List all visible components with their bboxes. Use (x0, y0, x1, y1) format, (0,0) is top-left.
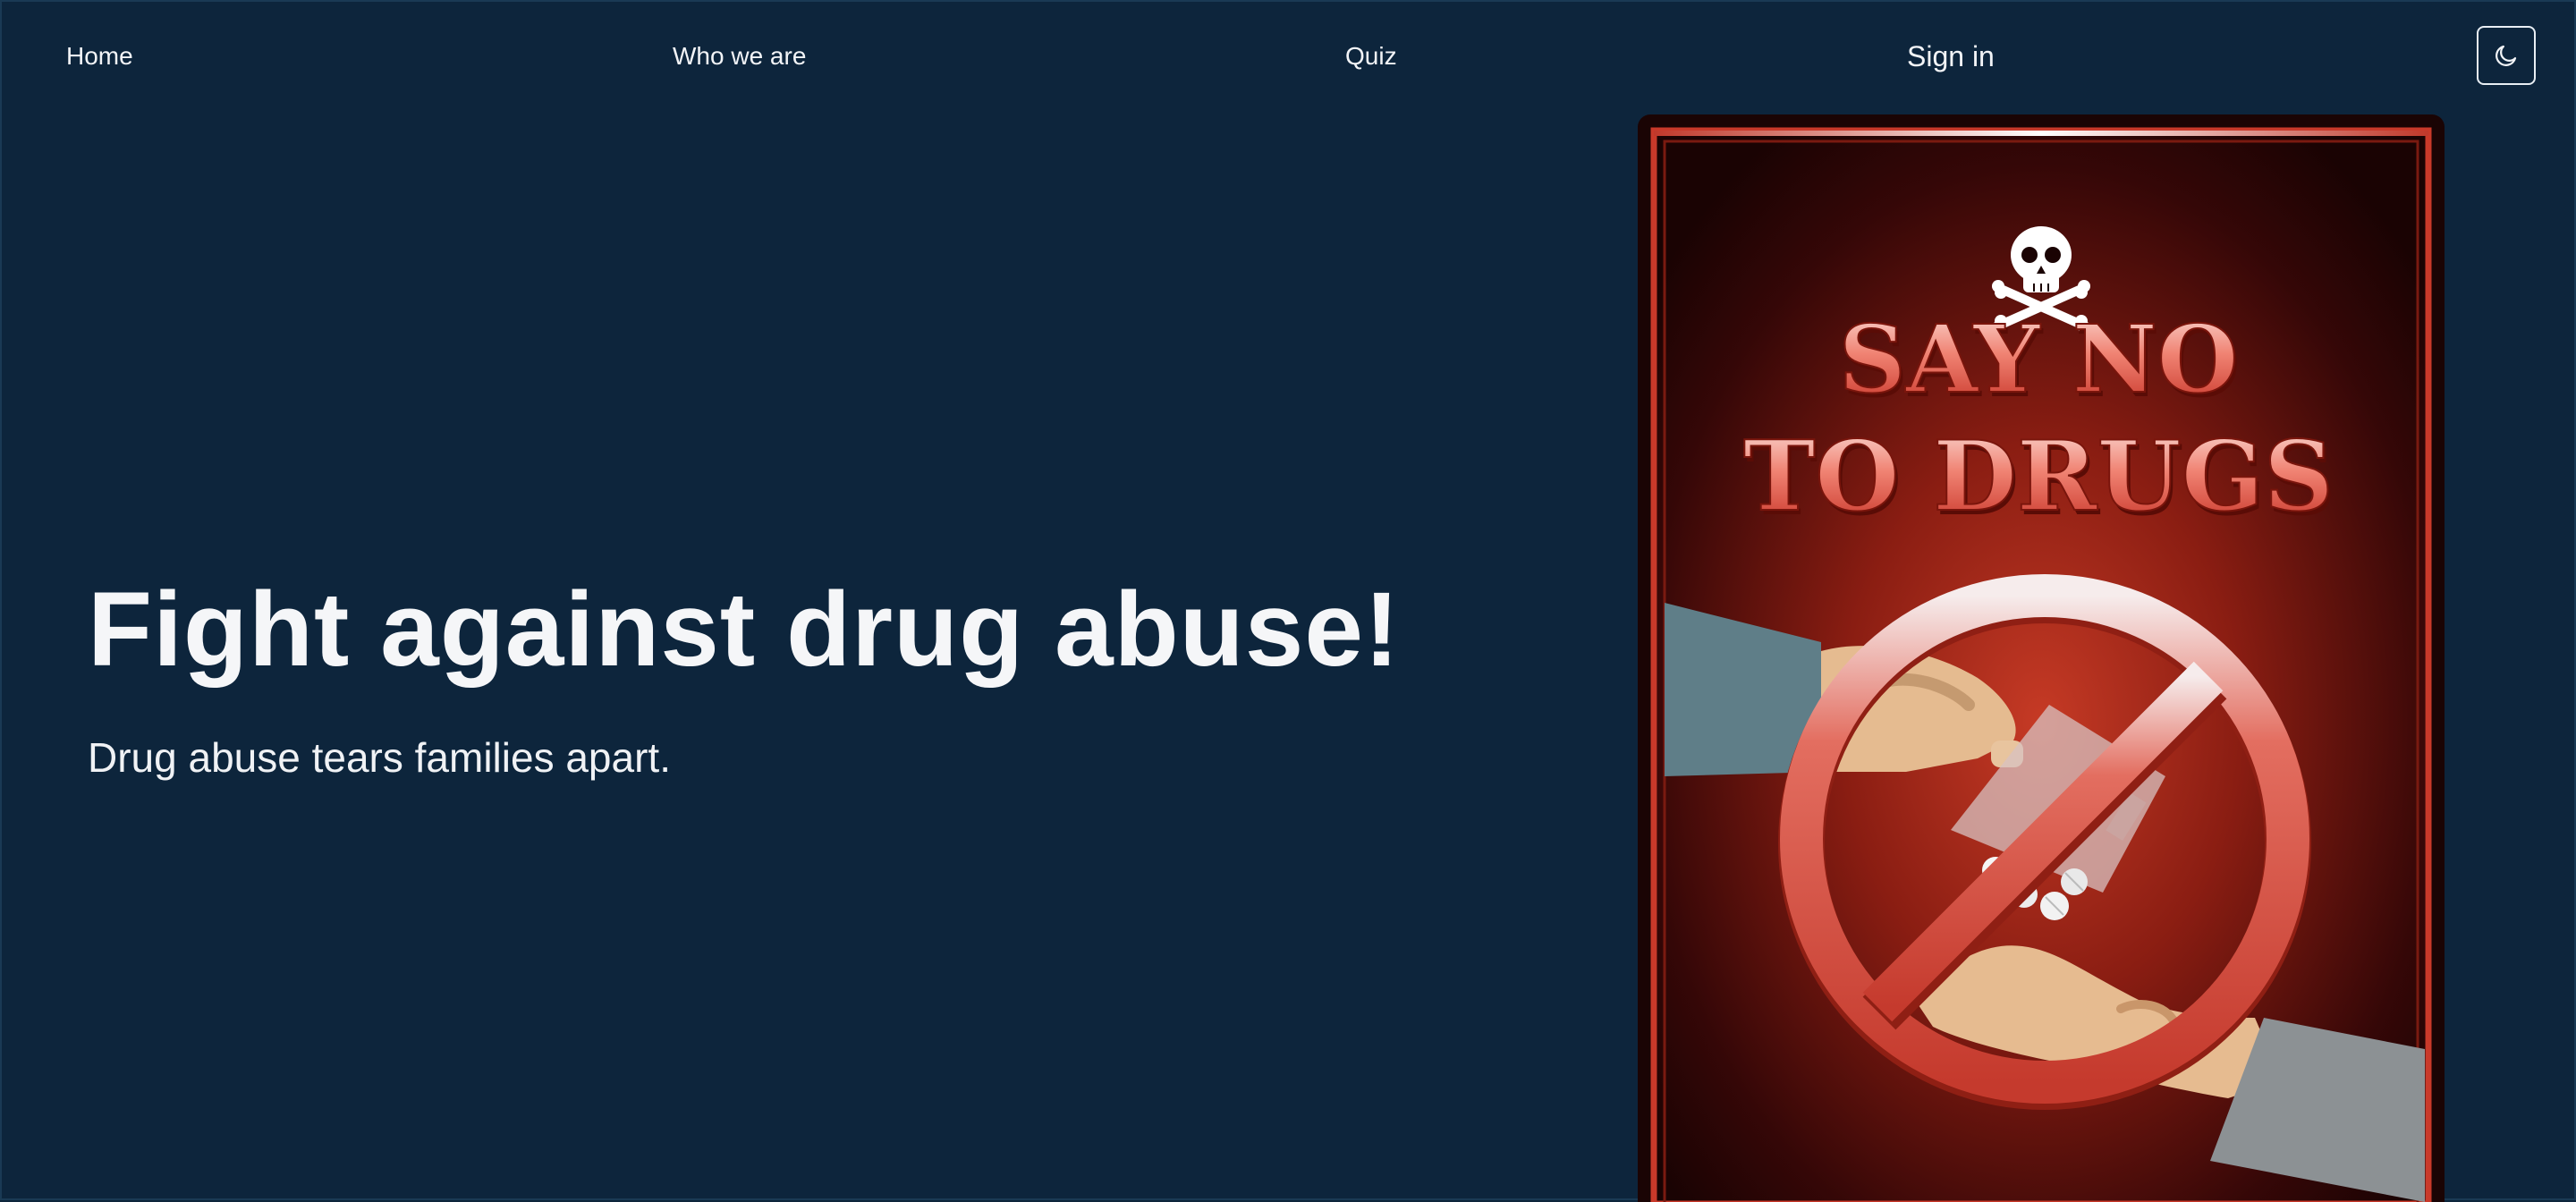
nav-who-we-are-link[interactable]: Who we are (673, 39, 806, 73)
say-no-to-drugs-poster: SAY NO SAY NO TO DRUGS TO DRUGS (1638, 114, 2445, 1202)
page-frame: Home Who we are Quiz Sign in Fight again… (0, 0, 2576, 1202)
nav-home-link[interactable]: Home (66, 39, 133, 73)
hero-subtitle: Drug abuse tears families apart. (88, 734, 671, 781)
moon-icon (2496, 45, 2517, 66)
nav-quiz-link[interactable]: Quiz (1345, 39, 1397, 73)
poster-title-line1: SAY NO (1839, 304, 2239, 414)
theme-toggle-button[interactable] (2477, 26, 2536, 85)
poster-illustration: SAY NO SAY NO TO DRUGS TO DRUGS (1638, 114, 2445, 1202)
nav-sign-in-link[interactable]: Sign in (1907, 39, 1995, 73)
poster-title-line2: TO DRUGS (1743, 420, 2334, 533)
hero-title: Fight against drug abuse! (88, 571, 1401, 689)
